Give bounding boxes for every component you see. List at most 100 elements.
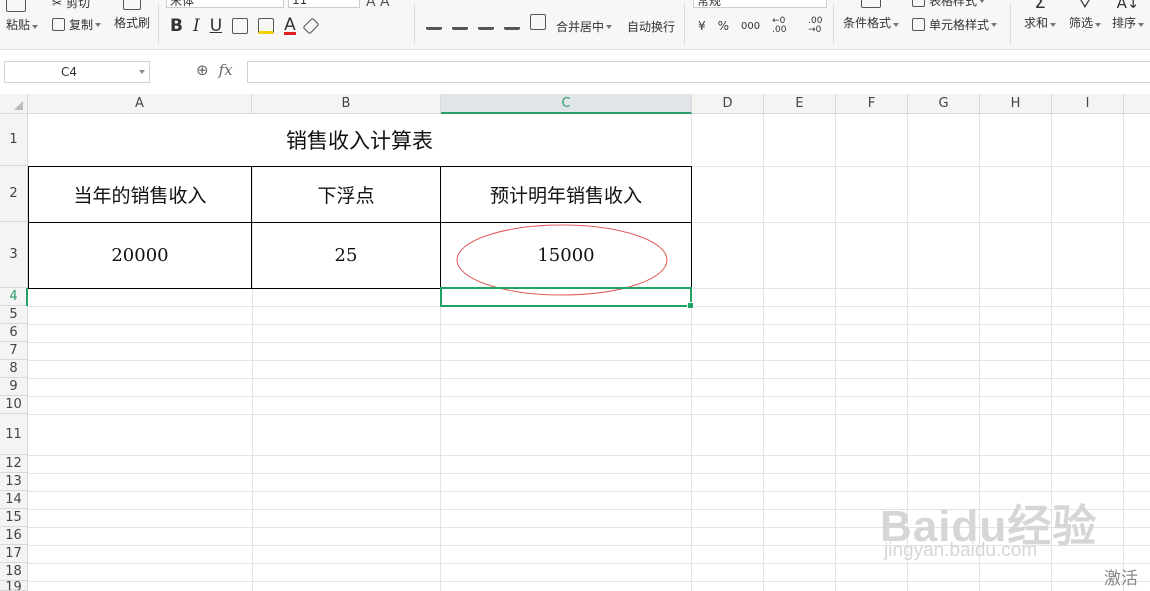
merge-center-button[interactable]: 合并居中 — [556, 18, 613, 35]
row-header-8[interactable]: 8 — [0, 360, 28, 378]
decimal-increase-button[interactable]: ←0 .00 — [772, 17, 796, 35]
header-cell-current-sales[interactable]: 当年的销售收入 — [29, 167, 251, 222]
ribbon-toolbar: 粘贴 ✂ 剪切 复制 格式刷 宋体 11 A A B I U A 合并居中 自动换… — [0, 0, 1150, 50]
cell-style-icon — [912, 18, 925, 31]
sum-button[interactable]: Σ 求和 — [1024, 0, 1057, 31]
table-style-button[interactable]: 表格样式 — [912, 0, 986, 9]
formula-input[interactable] — [247, 61, 1150, 83]
thousands-button[interactable]: 000 — [741, 21, 760, 32]
cell-style-label: 单元格样式 — [929, 18, 990, 32]
row-header-18[interactable]: 18 — [0, 563, 28, 581]
row-header-5[interactable]: 5 — [0, 306, 28, 324]
font-style-group: B I U A — [170, 16, 320, 36]
column-header-c[interactable]: C — [441, 94, 692, 114]
conditional-format-label: 条件格式 — [843, 16, 892, 30]
font-size-select[interactable]: 11 — [288, 0, 360, 8]
row-header-7[interactable]: 7 — [0, 342, 28, 360]
filter-label: 筛选 — [1069, 16, 1094, 30]
bold-button[interactable]: B — [170, 16, 183, 36]
align-right-icon[interactable] — [478, 14, 494, 30]
distribute-icon[interactable] — [530, 14, 546, 30]
select-all-corner[interactable] — [0, 94, 28, 114]
column-header-d[interactable]: D — [692, 94, 764, 114]
column-header-f[interactable]: F — [836, 94, 908, 114]
formula-buttons: ⊕ fx — [196, 61, 233, 79]
justify-icon[interactable] — [504, 14, 520, 30]
row-header-12[interactable]: 12 — [0, 455, 28, 473]
name-box-value: C4 — [61, 65, 78, 79]
brush-icon — [123, 0, 141, 10]
italic-button[interactable]: I — [193, 16, 200, 36]
sheet-title-cell[interactable]: 销售收入计算表 — [28, 114, 691, 166]
zoom-icon[interactable]: ⊕ — [196, 61, 209, 79]
merge-center-label: 合并居中 — [556, 20, 605, 34]
font-name-select[interactable]: 宋体 — [166, 0, 284, 8]
sum-label: 求和 — [1024, 16, 1049, 30]
row-header-3[interactable]: 3 — [0, 222, 28, 288]
funnel-icon: ⛛ — [1078, 0, 1092, 12]
underline-button[interactable]: U — [210, 16, 222, 36]
row-header-4[interactable]: 4 — [0, 288, 28, 306]
value-cell-discount[interactable]: 25 — [252, 223, 440, 288]
fx-button[interactable]: fx — [219, 61, 233, 79]
align-left-icon[interactable] — [426, 14, 442, 30]
copy-label: 复制 — [69, 18, 94, 32]
fill-color-icon[interactable] — [258, 18, 275, 34]
header-cell-forecast[interactable]: 预计明年销售收入 — [441, 167, 691, 222]
column-header-h[interactable]: H — [980, 94, 1052, 114]
row-header-2[interactable]: 2 — [0, 166, 28, 222]
column-header-a[interactable]: A — [28, 94, 252, 114]
cell-style-button[interactable]: 单元格样式 — [912, 16, 998, 33]
row-header-13[interactable]: 13 — [0, 473, 28, 491]
decimal-decrease-button[interactable]: .00 →0 — [808, 17, 832, 35]
cut-label: 剪切 — [66, 0, 91, 10]
font-grow-icon[interactable]: A A — [366, 0, 390, 10]
active-cell-selection[interactable] — [440, 287, 694, 309]
row-header-11[interactable]: 11 — [0, 414, 28, 455]
copy-button[interactable]: 复制 — [52, 16, 102, 33]
row-4-indicator — [26, 288, 28, 306]
sort-button[interactable]: A↓ 排序 — [1112, 0, 1145, 31]
number-format-value: 常规 — [697, 0, 722, 8]
column-header-g[interactable]: G — [908, 94, 980, 114]
row-header-9[interactable]: 9 — [0, 378, 28, 396]
wrap-text-button[interactable]: 自动换行 — [627, 18, 675, 35]
border-icon[interactable] — [232, 18, 249, 34]
column-header-i[interactable]: I — [1052, 94, 1124, 114]
row-header-19[interactable]: 19 — [0, 581, 28, 591]
value-cell-current-sales[interactable]: 20000 — [29, 223, 251, 288]
align-center-icon[interactable] — [452, 14, 468, 30]
baidu-watermark-url: jingyan.baidu.com — [884, 540, 1038, 561]
row-header-16[interactable]: 16 — [0, 527, 28, 545]
sort-label: 排序 — [1112, 16, 1137, 30]
row-header-6[interactable]: 6 — [0, 324, 28, 342]
row-header-10[interactable]: 10 — [0, 396, 28, 414]
header-cell-discount[interactable]: 下浮点 — [252, 167, 440, 222]
font-color-button[interactable]: A — [284, 16, 296, 35]
chevron-down-icon[interactable] — [139, 70, 145, 74]
number-format-select[interactable]: 常规 — [693, 0, 827, 8]
column-header-b[interactable]: B — [252, 94, 441, 114]
cut-button[interactable]: ✂ 剪切 — [52, 0, 90, 11]
conditional-format-button[interactable]: 条件格式 — [843, 0, 900, 31]
name-box[interactable]: C4 — [4, 61, 150, 83]
row-header-15[interactable]: 15 — [0, 509, 28, 527]
wrap-text-label: 自动换行 — [627, 20, 676, 34]
percent-button[interactable]: % — [718, 19, 729, 33]
font-size-value: 11 — [292, 0, 308, 7]
row-header-17[interactable]: 17 — [0, 545, 28, 563]
format-painter-button[interactable]: 格式刷 — [114, 0, 150, 31]
align-group — [426, 14, 546, 30]
row-header-14[interactable]: 14 — [0, 491, 28, 509]
formula-bar: C4 ⊕ fx — [0, 58, 1150, 88]
column-header-e[interactable]: E — [764, 94, 836, 114]
filter-button[interactable]: ⛛ 筛选 — [1069, 0, 1102, 31]
paste-icon — [6, 0, 26, 12]
row-header-1[interactable]: 1 — [0, 114, 28, 166]
paste-label: 粘贴 — [6, 18, 31, 32]
paste-button[interactable]: 粘贴 — [6, 0, 39, 33]
table-style-icon — [912, 0, 925, 7]
sort-icon: A↓ — [1116, 0, 1140, 12]
eraser-icon[interactable] — [302, 17, 320, 35]
currency-button[interactable]: ¥ — [698, 19, 706, 33]
